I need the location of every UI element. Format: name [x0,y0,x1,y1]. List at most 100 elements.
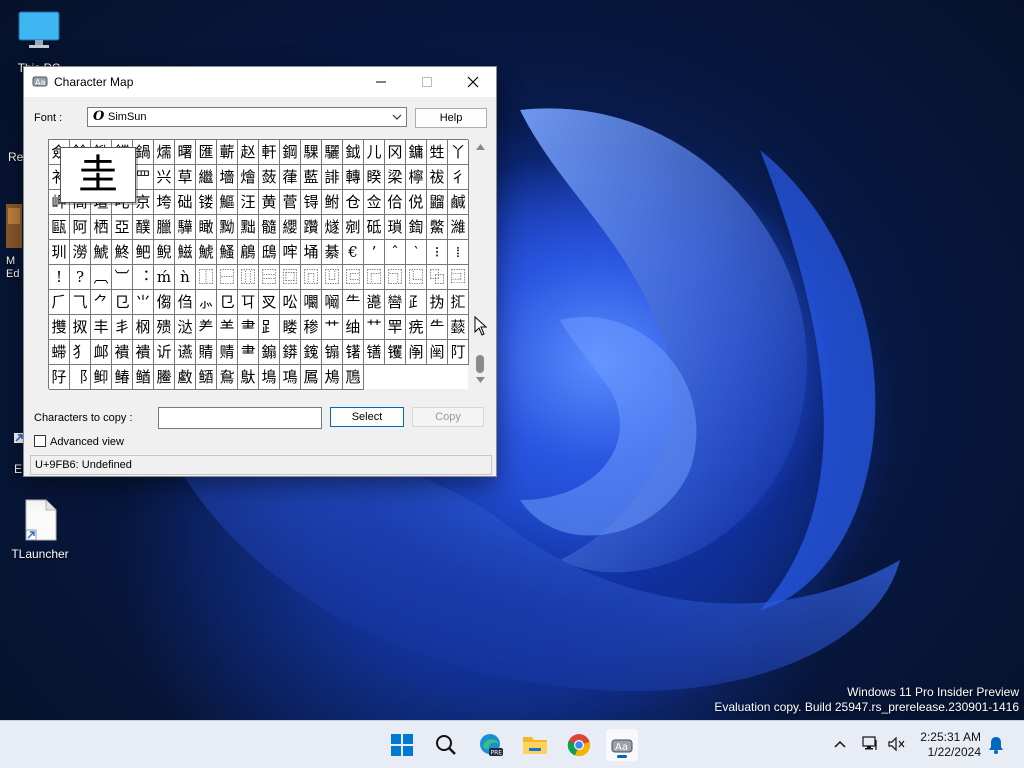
font-dropdown[interactable]: O SimSun [87,107,407,127]
search-button[interactable] [430,729,462,761]
character-cell[interactable]: 鲃 [133,240,154,265]
character-cell[interactable]: ⿵ [301,265,322,290]
character-cell[interactable]: ⺷ [217,315,238,340]
character-cell[interactable]: 侻 [406,190,427,215]
character-cell[interactable]: 垮 [154,190,175,215]
character-cell[interactable]: 鰦 [175,240,196,265]
character-cell[interactable]: 匯 [196,140,217,165]
character-cell[interactable]: 埇 [301,240,322,265]
character-cell[interactable]: 䁖 [280,315,301,340]
character-cell[interactable]: 䲨 [280,365,301,390]
character-cell[interactable]: ⺿ [364,315,385,340]
character-cell[interactable]: 䦻 [49,365,70,390]
character-cell[interactable]: 䍐 [385,315,406,340]
character-cell[interactable]: 菅 [280,190,301,215]
character-map-taskbar-button[interactable]: Aa [606,729,638,761]
character-cell[interactable]: 䦷 [427,340,448,365]
character-cell[interactable]: ⺻ [238,315,259,340]
character-cell[interactable]: ⺋ [112,290,133,315]
character-cell[interactable]: 㑇 [175,290,196,315]
character-cell[interactable]: 甡 [427,140,448,165]
character-cell[interactable]: 儿 [364,140,385,165]
character-cell[interactable]: 㳠 [175,315,196,340]
character-cell[interactable]: ⺗ [196,290,217,315]
character-cell[interactable]: 阿 [70,215,91,240]
character-cell[interactable]: 甌 [49,215,70,240]
character-cell[interactable]: ⺶ [196,315,217,340]
character-cell[interactable]: 㘎 [322,290,343,315]
character-cell[interactable]: ! [49,265,70,290]
character-cell[interactable]: ⿶ [322,265,343,290]
character-cell[interactable]: 彳 [448,165,469,190]
character-cell[interactable]: 锝 [301,190,322,215]
character-cell[interactable]: 草 [175,165,196,190]
character-cell[interactable]: 瑣 [385,215,406,240]
character-cell[interactable]: 繼 [196,165,217,190]
character-cell[interactable]: 䲥 [217,365,238,390]
edge-preview-button[interactable]: PRE [475,729,507,761]
character-cell[interactable]: ⿹ [385,265,406,290]
character-cell[interactable]: ⁝ [427,240,448,265]
character-cell[interactable]: 曙 [175,140,196,165]
character-cell[interactable]: 䥇 [259,340,280,365]
character-cell[interactable]: 濰 [448,215,469,240]
character-cell[interactable]: ⿲ [238,265,259,290]
title-bar[interactable]: Aa Character Map [24,67,496,97]
desktop-icon-recycle[interactable]: Re [0,150,23,164]
character-cell[interactable]: ︺ [112,265,133,290]
character-cell[interactable]: 䕭 [448,315,469,340]
character-cell[interactable]: ⺧ [343,290,364,315]
character-cell[interactable]: ⺁ [49,290,70,315]
character-cell[interactable]: 燸 [154,140,175,165]
desktop-icon-tlauncher[interactable]: TLauncher [8,498,72,561]
character-cell[interactable]: ⿺ [406,265,427,290]
character-cell[interactable]: 鱉 [427,215,448,240]
character-cell[interactable]: 仓 [343,190,364,215]
select-button[interactable]: Select [330,407,404,427]
character-cell[interactable]: 㔿 [238,290,259,315]
character-cell[interactable]: 哰 [280,240,301,265]
character-cell[interactable]: 䲡 [133,365,154,390]
character-cell[interactable]: 䝼 [196,340,217,365]
clock[interactable]: 2:25:31 AM 1/22/2024 [920,730,981,760]
character-cell[interactable]: 㕬 [280,290,301,315]
character-cell[interactable]: 赵 [238,140,259,165]
character-cell[interactable]: 㧑 [427,290,448,315]
character-cell[interactable]: 鰠 [217,240,238,265]
character-cell[interactable]: 䥈 [280,340,301,365]
minimize-button[interactable] [358,67,404,97]
character-cell[interactable]: 醭 [133,215,154,240]
character-cell[interactable]: 鉞 [343,140,364,165]
character-cell[interactable]: ǹ [175,265,196,290]
character-grid-scrollbar[interactable] [472,139,489,389]
character-cell[interactable]: 蘄 [217,140,238,165]
character-cell[interactable]: 㕚 [259,290,280,315]
notification-bell-icon[interactable] [988,736,1004,754]
character-cell[interactable]: ⺧ [427,315,448,340]
character-cell[interactable]: 鋼 [280,140,301,165]
character-cell[interactable]: 㔾 [217,290,238,315]
character-cell[interactable]: 佮 [385,190,406,215]
character-cell[interactable]: 綦 [322,240,343,265]
character-cell[interactable]: 䅟 [301,315,322,340]
character-cell[interactable]: 䜩 [175,340,196,365]
character-cell[interactable]: ⿸ [364,265,385,290]
character-cell[interactable]: ⺾ [322,315,343,340]
character-cell[interactable]: 䲩 [301,365,322,390]
character-cell[interactable]: 㑳 [154,290,175,315]
character-cell[interactable]: 䞍 [217,340,238,365]
character-cell[interactable]: 鴟 [259,240,280,265]
character-cell[interactable]: 鵳 [238,240,259,265]
character-cell[interactable]: 丫 [448,140,469,165]
chevron-up-icon[interactable] [834,740,846,748]
character-cell[interactable]: 䲤 [196,365,217,390]
character-cell[interactable]: ⿴ [280,265,301,290]
character-cell[interactable]: 䲫 [343,365,364,390]
character-cell[interactable]: 梁 [385,165,406,190]
character-cell[interactable]: 䲧 [259,365,280,390]
character-cell[interactable]: ⻏ [70,365,91,390]
character-cell[interactable]: 鍧 [406,215,427,240]
character-cell[interactable]: 驊 [175,215,196,240]
start-button[interactable] [386,729,418,761]
character-cell[interactable]: ⿼ [448,265,469,290]
